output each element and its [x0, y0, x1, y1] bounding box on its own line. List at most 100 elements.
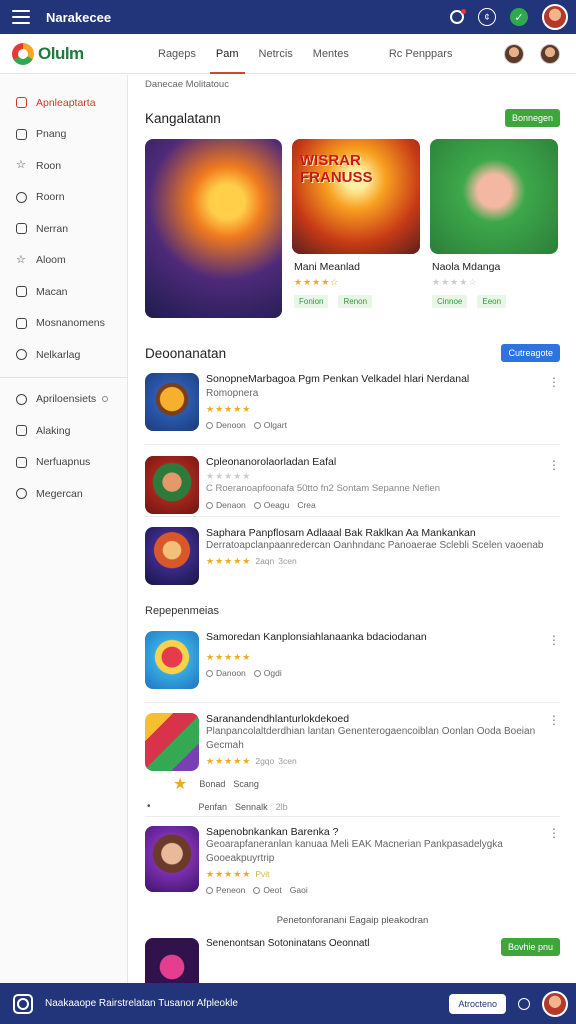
sidebar-item-label: Apnleaptarta: [36, 96, 96, 109]
meta-item: Oeagu: [253, 500, 289, 510]
breadcrumb: Danecae Molitatouc: [145, 79, 229, 90]
sidebar-item-apriloensiets[interactable]: Apriloensiets: [0, 384, 127, 416]
tag-badge[interactable]: Cinnoe: [432, 295, 468, 308]
tab-mentes[interactable]: Mentes: [303, 34, 359, 74]
item-subtitle: Romopnera: [206, 388, 259, 399]
sidebar-item-nerfuapnus[interactable]: Nerfuapnus: [0, 447, 127, 479]
featured-title: Kangalatann: [145, 110, 221, 126]
item-title: Samoredan Kanplonsiahlanaanka bdaciodana…: [206, 631, 427, 643]
meta-item: Ogdi: [253, 668, 282, 678]
sidebar-item-roon[interactable]: ☆ Roon: [0, 150, 127, 182]
list-item[interactable]: Senenontsan Sotoninatans Oeonnatl Bovhie…: [145, 938, 560, 983]
sidebar-item-aloom[interactable]: ☆ Aloom: [0, 245, 127, 277]
user-avatar-1[interactable]: [504, 43, 524, 64]
featured-card[interactable]: Naola Mdanga ★★★★☆ Cinnoe Eeon: [430, 139, 558, 318]
bottom-action-button[interactable]: Atrocteno: [449, 993, 506, 1014]
sidebar-item-roorn[interactable]: Roorn: [0, 182, 127, 214]
more-options-icon[interactable]: ⋮: [548, 633, 560, 647]
featured-card-hero[interactable]: [145, 139, 282, 318]
notification-icon[interactable]: ✓: [510, 8, 528, 26]
search-icon[interactable]: [450, 9, 466, 24]
menu-icon[interactable]: [12, 10, 30, 24]
chat-icon: [16, 488, 27, 500]
sidebar: Apnleaptarta Pnang ☆ Roon Roorn Nerran ☆ A…: [0, 75, 128, 983]
more-options-icon[interactable]: ⋮: [548, 458, 560, 472]
meta-item: Olgart: [253, 420, 287, 430]
nav-bar: Olulm Rageps Pam Netrcis Mentes Rc Penpp…: [0, 34, 576, 74]
sidebar-item-label: Nerfuapnus: [36, 456, 91, 469]
sidebar-item-label: Aloom: [36, 254, 66, 267]
list-item[interactable]: Saphara Panpflosam Adlaaal Bak Raklkan A…: [145, 517, 560, 591]
more-options-icon[interactable]: ⋮: [548, 826, 560, 840]
download-icon: [253, 887, 261, 894]
install-button[interactable]: Bovhie pnu: [500, 938, 560, 956]
box-icon: [16, 425, 27, 437]
user-avatar-2[interactable]: [540, 43, 560, 64]
download-icon: [253, 502, 261, 510]
section-action-button[interactable]: Cutreagote: [501, 344, 560, 362]
item-title: Saphara Panpflosam Adlaaal Bak Raklkan A…: [206, 527, 476, 539]
list-item[interactable]: Sapenobnkankan Barenka ? Geoarapfaneranl…: [145, 817, 560, 913]
calendar-icon: [16, 97, 27, 109]
sidebar-item-megercan[interactable]: Megercan: [0, 478, 127, 510]
sidebar-item-nelkarlag[interactable]: Nelkarlag: [0, 339, 127, 371]
tab-pam[interactable]: Pam: [206, 34, 249, 74]
tab-strip: Rageps Pam Netrcis Mentes Rc Penppars: [148, 34, 462, 74]
list-item[interactable]: Samoredan Kanplonsiahlanaanka bdaciodana…: [145, 631, 560, 703]
sidebar-item-alaking[interactable]: Alaking: [0, 415, 127, 447]
logo[interactable]: Olulm: [0, 42, 128, 65]
profile-avatar[interactable]: [542, 4, 568, 30]
featured-card[interactable]: WISRAR FRANUSS Mani Meanlad ★★★★☆ Fonion…: [292, 139, 420, 318]
sidebar-item-pnang[interactable]: Pnang: [0, 119, 127, 151]
section-title: Deoonanatan: [145, 345, 227, 361]
bottom-bar-text: Naakaaope Rairstrelatan Tusanor Afpleokl…: [45, 998, 238, 1009]
meta-item: Denaon: [206, 500, 246, 510]
sidebar-item-label: Megercan: [36, 487, 83, 500]
settings-icon: [16, 393, 27, 405]
item-title: Saranandendhlanturlokdekoed: [206, 713, 350, 725]
item-subtitle: Geoarapfaneranlan kanuaa Meli EAK Macner…: [206, 839, 503, 864]
star-rating: ★★★★☆: [432, 277, 478, 287]
more-options-icon[interactable]: ⋮: [548, 375, 560, 389]
tag-badge[interactable]: Fonion: [294, 295, 329, 308]
featured-row: WISRAR FRANUSS Mani Meanlad ★★★★☆ Fonion…: [145, 139, 560, 318]
item-subtitle: Derratoapclanpaanredercan Oanhndanc Pano…: [206, 540, 544, 551]
bottom-bar: Naakaaope Rairstrelatan Tusanor Afpleokl…: [0, 983, 576, 1024]
star-outline-icon: ☆: [16, 253, 26, 266]
clock-icon[interactable]: ¢: [478, 8, 496, 26]
inline-label: Penfan: [198, 801, 228, 812]
item-subtitle: Planpancolaltderdhian lantan Genenteroga…: [206, 726, 536, 751]
more-options-icon[interactable]: ⋮: [548, 713, 560, 727]
section-header: Deoonanatan Cutreagote: [145, 344, 560, 362]
camera-icon[interactable]: [13, 993, 33, 1014]
app-icon: [145, 826, 199, 892]
list-item[interactable]: Cpleonanorolaorladan Eafal ★★★★★ C Roera…: [145, 445, 560, 517]
list-item[interactable]: Saranandendhlanturlokdekoed Planpancolal…: [145, 703, 560, 771]
app-icon: [145, 456, 199, 514]
circle-icon: [16, 191, 27, 203]
sidebar-item-macan[interactable]: Macan: [0, 276, 127, 308]
app-icon: [145, 713, 199, 771]
list-item[interactable]: SonopneMarbagoa Pgm Penkan Velkadel hlar…: [145, 373, 560, 445]
meta-item: Denoon: [206, 420, 246, 430]
sidebar-item-nerran[interactable]: Nerran: [0, 213, 127, 245]
meta-item: Oeot: [253, 885, 282, 895]
tab-netrcis[interactable]: Netrcis: [249, 34, 303, 74]
featured-action-button[interactable]: Bonnegen: [504, 109, 560, 127]
tab-rc-penppars[interactable]: Rc Penppars: [379, 34, 463, 74]
status-ring-icon[interactable]: [518, 997, 530, 1010]
bottom-avatar[interactable]: [542, 990, 568, 1017]
tag-badge[interactable]: Renon: [338, 295, 373, 308]
game-name: Mani Meanlad: [294, 261, 360, 273]
tab-rageps[interactable]: Rageps: [148, 34, 206, 74]
sidebar-item-label: Roorn: [36, 191, 65, 204]
star-rating: ★★★★★: [206, 652, 252, 662]
tag-badge[interactable]: Eeon: [477, 295, 507, 308]
star-icon: ☆: [16, 159, 26, 172]
sidebar-item-mosnanomens[interactable]: Mosnanomens: [0, 308, 127, 340]
tag-icon: [16, 349, 27, 361]
sidebar-item-label: Apriloensiets: [36, 393, 97, 406]
inline-label: Scang: [233, 779, 259, 789]
sidebar-item-apnleaptarta[interactable]: Apnleaptarta: [0, 87, 127, 119]
grid-icon: [16, 223, 27, 235]
